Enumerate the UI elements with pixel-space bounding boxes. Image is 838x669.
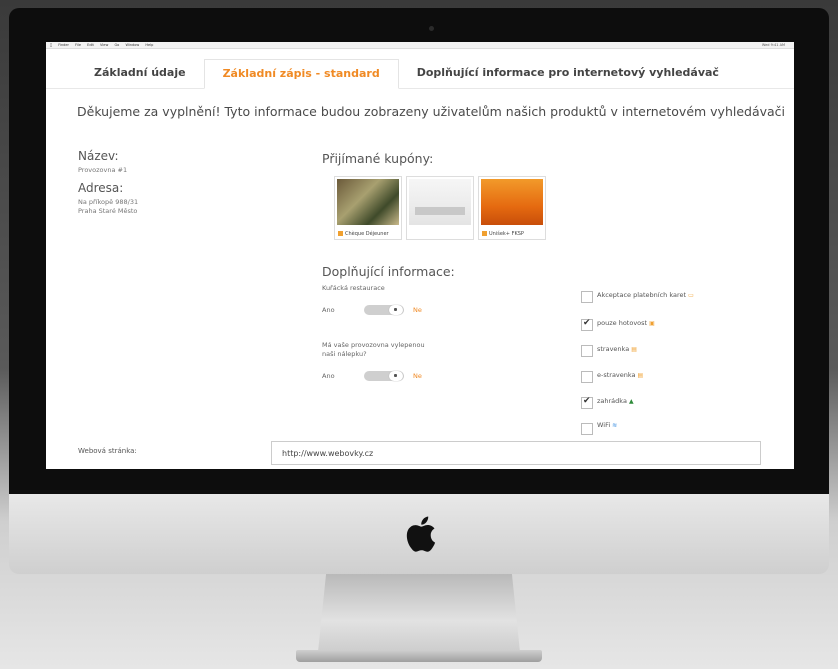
menu-finder[interactable]: Finder [58, 43, 69, 47]
smoking-no-label: Ne [413, 306, 422, 314]
menubar-clock[interactable]: Wed 9:41 AM [762, 42, 785, 48]
coupon-card[interactable] [406, 176, 474, 240]
voucher-checkbox[interactable] [581, 345, 593, 357]
coupon-label: Unišek+ FKSP [482, 231, 524, 237]
e-voucher-icon: ▤ [637, 372, 644, 379]
mac-menubar:  Finder File Edit View Go Window Help W… [46, 42, 794, 49]
monitor-stand [318, 574, 520, 652]
e-voucher-checkbox[interactable] [581, 371, 593, 383]
coupon-card[interactable]: Chèque Déjeuner [334, 176, 402, 240]
garden-checkbox[interactable] [581, 396, 593, 409]
card-payment-checkbox[interactable] [581, 291, 593, 303]
menu-go[interactable]: Go [114, 43, 119, 47]
sticker-label-line-1: Má vaše provozovna vylepenou [322, 341, 425, 349]
website-input[interactable]: http://www.webovky.cz [271, 441, 761, 465]
coupon-label: Chèque Déjeuner [338, 231, 389, 237]
coupon-card[interactable]: Unišek+ FKSP [478, 176, 546, 240]
voucher-icon: ▤ [631, 346, 637, 353]
website-label: Webová stránka: [78, 447, 137, 455]
coupons-title: Přijímané kupóny: [322, 151, 434, 166]
extra-info-title: Doplňující informace: [322, 264, 455, 279]
menu-file[interactable]: File [75, 43, 81, 47]
tab-basic-info[interactable]: Základní údaje [76, 59, 204, 87]
cash-icon: ▣ [649, 320, 655, 327]
tab-basic-entry[interactable]: Základní zápis - standard [203, 59, 399, 89]
cash-only-checkbox[interactable] [581, 318, 593, 331]
wifi-label: WiFi ≋ [597, 421, 618, 429]
e-voucher-label: e-stravenka ▤ [597, 371, 644, 379]
apple-menu-icon[interactable]:  [50, 43, 52, 47]
wifi-icon: ≋ [612, 422, 618, 429]
garden-label: zahrádka ▲ [597, 397, 634, 405]
menu-view[interactable]: View [100, 43, 108, 47]
tab-search-info[interactable]: Doplňující informace pro internetový vyh… [399, 59, 737, 87]
apple-logo-icon [406, 516, 436, 552]
address-line-1: Na příkopě 988/31 [78, 198, 139, 206]
voucher-label: stravenka ▤ [597, 345, 637, 353]
cash-only-label: pouze hotovost ▣ [597, 319, 655, 327]
tree-icon: ▲ [628, 398, 634, 405]
sticker-no-label: Ne [413, 372, 422, 380]
menu-help[interactable]: Help [145, 43, 153, 47]
screen:  Finder File Edit View Go Window Help W… [46, 42, 794, 469]
sticker-toggle[interactable] [364, 371, 404, 381]
sticker-label-line-2: naši nálepku? [322, 350, 367, 358]
tab-bar: Základní údaje Základní zápis - standard… [46, 59, 794, 89]
sticker-yes-label: Ano [322, 372, 335, 380]
coupon-image [481, 179, 543, 225]
monitor-chin [9, 494, 829, 574]
smoking-toggle[interactable] [364, 305, 404, 315]
thanks-message: Děkujeme za vyplnění! Tyto informace bud… [77, 104, 786, 119]
camera-dot [429, 26, 434, 31]
menu-edit[interactable]: Edit [87, 43, 94, 47]
smoking-label: Kuřácká restaurace [322, 284, 385, 292]
name-label: Název: [78, 149, 119, 163]
address-label: Adresa: [78, 181, 124, 195]
coupon-image [409, 179, 471, 225]
smoking-yes-label: Ano [322, 306, 335, 314]
name-value: Provozovna #1 [78, 166, 128, 174]
wifi-checkbox[interactable] [581, 423, 593, 435]
monitor-stand-foot [296, 650, 542, 662]
coupon-image [337, 179, 399, 225]
card-payment-label: Akceptace platebních karet ▭ [597, 291, 694, 299]
card-icon: ▭ [688, 292, 694, 299]
address-line-2: Praha Staré Město [78, 207, 138, 215]
menu-window[interactable]: Window [125, 43, 139, 47]
